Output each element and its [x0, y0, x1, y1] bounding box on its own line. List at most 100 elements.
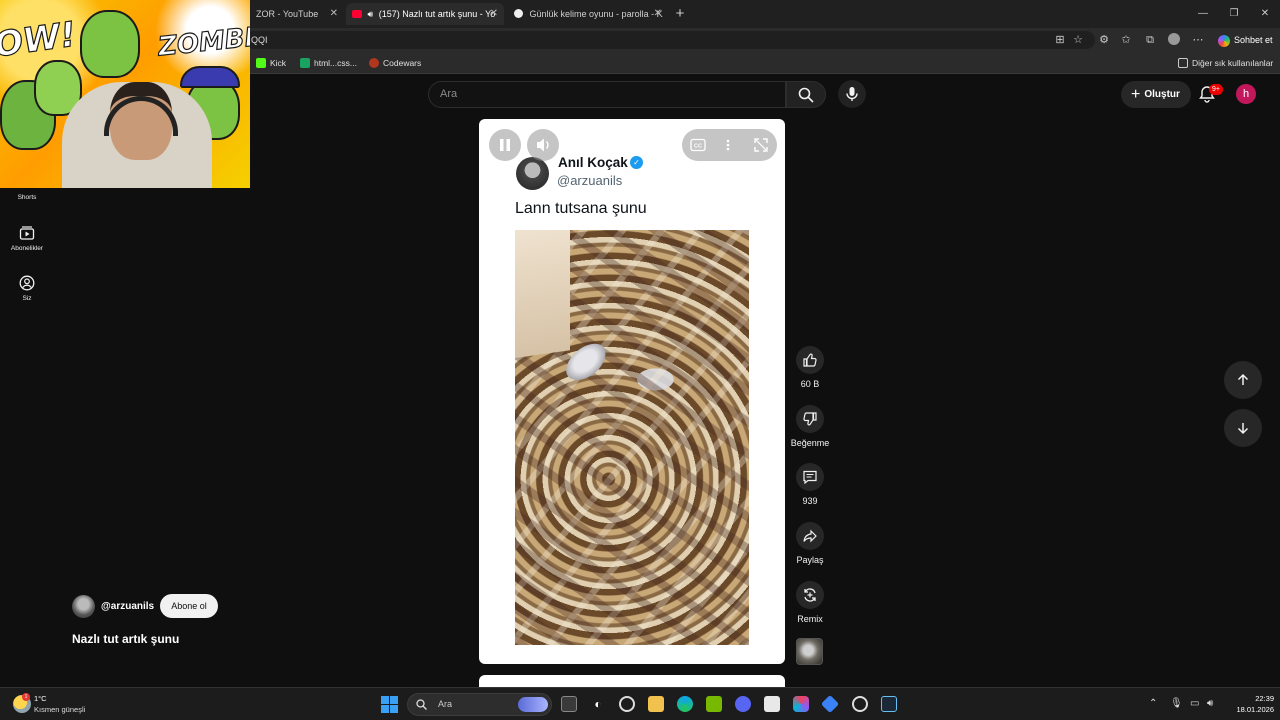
- windows-taskbar: 1 1°C Kısmen güneşli Ara ◐ ⌃ 🎙︎ ▭ 🔊︎ 22:…: [0, 687, 1280, 720]
- collections-icon[interactable]: ⧉: [1143, 33, 1157, 47]
- short-video-player[interactable]: Anıl Koçak ✓ @arzuanils Lann tutsana şun…: [479, 119, 785, 664]
- create-button[interactable]: + Oluştur: [1121, 81, 1191, 108]
- app-icon[interactable]: [820, 694, 840, 714]
- url-field[interactable]: QQI: [245, 31, 1095, 49]
- new-tab-icon[interactable]: +: [665, 0, 695, 28]
- clock-time[interactable]: 22:39: [1240, 694, 1274, 703]
- dislike-button[interactable]: Beğenme: [790, 405, 830, 448]
- weather-temperature[interactable]: 1°C: [34, 694, 47, 703]
- create-label: Oluştur: [1144, 89, 1180, 100]
- you-label: Siz: [22, 295, 32, 302]
- search-button[interactable]: [786, 81, 826, 108]
- bookmark-html-css[interactable]: html...css...: [300, 56, 357, 70]
- steam-icon[interactable]: [881, 696, 897, 712]
- share-icon: [803, 529, 817, 543]
- sidebar-item-you[interactable]: Siz: [0, 275, 54, 302]
- tweet-video-frame: [515, 230, 749, 645]
- volume-button[interactable]: [527, 129, 559, 161]
- nvidia-icon[interactable]: [706, 696, 722, 712]
- volume-icon: [537, 138, 549, 152]
- like-count: 60 B: [800, 379, 820, 389]
- chevron-up-icon[interactable]: ⌃: [1149, 698, 1157, 709]
- thumbs-down-icon: [803, 412, 817, 426]
- account-icon: [19, 275, 35, 291]
- microphone-icon[interactable]: 🎙︎: [1170, 698, 1183, 709]
- share-label: Paylaş: [796, 555, 824, 565]
- close-window-icon[interactable]: ✕: [1250, 0, 1280, 28]
- zombie-illustration: [80, 10, 140, 78]
- minimize-icon[interactable]: —: [1188, 0, 1218, 28]
- kick-icon: [256, 58, 266, 68]
- more-options-icon[interactable]: [724, 138, 732, 152]
- extensions-icon[interactable]: ⚙: [1097, 33, 1111, 47]
- channel-avatar[interactable]: [72, 595, 95, 618]
- taskbar-search-placeholder: Ara: [438, 699, 453, 709]
- copilot-taskbar-icon[interactable]: ◐: [590, 696, 606, 712]
- comment-count: 939: [802, 496, 818, 506]
- split-screen-icon[interactable]: ⊞: [1053, 33, 1067, 47]
- like-button[interactable]: 60 B: [790, 346, 830, 389]
- plus-icon: +: [1131, 86, 1141, 103]
- subscriptions-icon: [19, 226, 35, 240]
- tab-zor-youtube[interactable]: ZOR - YouTube ✕: [248, 3, 344, 25]
- close-tab-icon[interactable]: ✕: [330, 3, 338, 25]
- dislike-label: Beğenme: [790, 438, 830, 448]
- voice-search-button[interactable]: [838, 80, 866, 108]
- copilot-app-icon[interactable]: [793, 696, 809, 712]
- file-explorer-icon[interactable]: [648, 696, 664, 712]
- favorites-icon[interactable]: ✩: [1119, 33, 1133, 47]
- clock-date[interactable]: 18.01.2026: [1226, 705, 1274, 714]
- search-input[interactable]: Ara: [428, 81, 786, 108]
- player-controls-group: CC: [682, 129, 777, 161]
- channel-handle[interactable]: @arzuanils: [101, 601, 154, 612]
- discord-icon[interactable]: [735, 696, 751, 712]
- sound-thumbnail[interactable]: [796, 638, 823, 665]
- bookmark-codewars[interactable]: Codewars: [369, 56, 421, 70]
- network-icon[interactable]: ▭: [1190, 698, 1199, 709]
- start-button[interactable]: [381, 696, 398, 713]
- pause-button[interactable]: [489, 129, 521, 161]
- copilot-icon: [1218, 34, 1230, 47]
- subscribe-button[interactable]: Abone ol: [160, 594, 218, 618]
- tab-gunluk-kelime[interactable]: Günlük kelime oyunu - parolla - K ✕: [506, 3, 668, 25]
- other-bookmarks-folder[interactable]: Diğer sık kullanılanlar: [1178, 56, 1273, 70]
- bookmark-label: html...css...: [314, 58, 357, 68]
- bookmark-kick[interactable]: Kick: [256, 56, 286, 70]
- close-tab-icon[interactable]: ✕: [654, 3, 662, 25]
- search-icon: [416, 699, 427, 710]
- pause-icon: [500, 139, 510, 151]
- tab-title: ZOR - YouTube: [256, 9, 319, 19]
- close-tab-icon[interactable]: ✕: [490, 3, 498, 25]
- taskbar-search[interactable]: Ara: [407, 693, 552, 716]
- comment-icon: [803, 470, 817, 485]
- copilot-chat-button[interactable]: Sohbet et: [1214, 31, 1279, 49]
- app-icon[interactable]: [764, 696, 780, 712]
- sidebar-item-subscriptions[interactable]: Abonelikler: [0, 225, 54, 252]
- fullscreen-icon[interactable]: [753, 137, 769, 153]
- weather-description[interactable]: Kısmen güneşli: [34, 705, 85, 714]
- folder-icon: [1178, 58, 1188, 68]
- task-view-icon[interactable]: [561, 696, 577, 712]
- obs-icon[interactable]: [852, 696, 868, 712]
- comments-button[interactable]: 939: [790, 463, 830, 506]
- remix-icon: [804, 588, 816, 602]
- previous-short-button[interactable]: [1224, 361, 1262, 399]
- tab-nazli-tut[interactable]: 🔊︎ (157) Nazlı tut artık şunu - Yo ✕: [346, 3, 504, 25]
- notification-badge: 9+: [1209, 84, 1223, 95]
- profile-icon[interactable]: [1167, 33, 1181, 47]
- zombie-cap: [180, 66, 240, 88]
- volume-icon[interactable]: 🔊︎: [1207, 698, 1213, 709]
- avatar[interactable]: h: [1236, 84, 1256, 104]
- share-button[interactable]: Paylaş: [790, 522, 830, 565]
- more-menu-icon[interactable]: ⋯: [1191, 33, 1205, 47]
- sidebar-item-shorts[interactable]: Shorts: [0, 194, 54, 201]
- edge-browser-icon[interactable]: [677, 696, 693, 712]
- remix-button[interactable]: Remix: [790, 581, 830, 624]
- svg-text:CC: CC: [694, 144, 702, 150]
- speaker-icon[interactable]: 🔊︎: [368, 9, 374, 19]
- captions-icon[interactable]: CC: [690, 138, 706, 152]
- favorite-star-icon[interactable]: ☆: [1071, 33, 1085, 47]
- next-short-button[interactable]: [1224, 409, 1262, 447]
- restore-icon[interactable]: ❐: [1219, 0, 1249, 28]
- chatgpt-icon[interactable]: [619, 696, 635, 712]
